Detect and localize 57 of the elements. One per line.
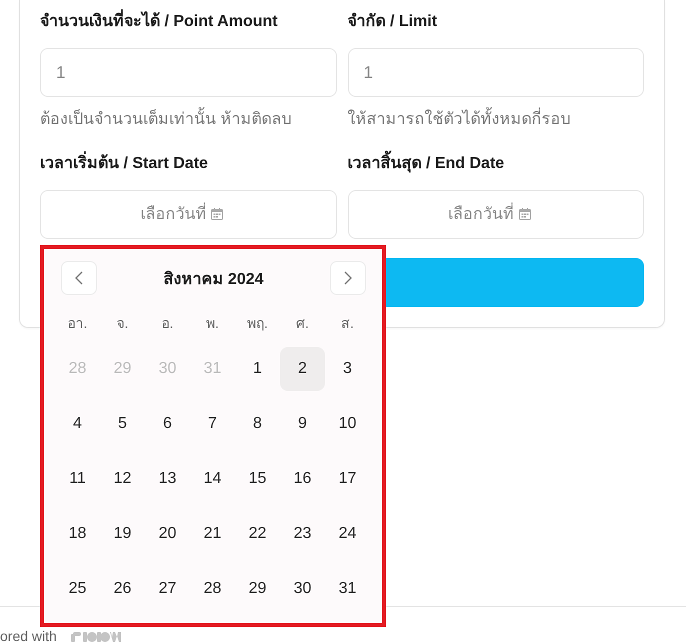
calendar-day[interactable]: 31 (325, 567, 370, 611)
calendar-icon (211, 208, 223, 220)
field-label: เวลาเริ่มต้น / Start Date (40, 152, 208, 176)
calendar-day[interactable]: 20 (145, 512, 190, 556)
weekday-label: พฤ. (247, 314, 268, 333)
calendar-day[interactable]: 10 (325, 402, 370, 446)
previous-month-button[interactable] (61, 261, 97, 295)
calendar-day[interactable]: 30 (280, 567, 325, 611)
calendar-day[interactable]: 4 (55, 402, 100, 446)
calendar-day[interactable]: 13 (145, 457, 190, 501)
calendar-day[interactable]: 11 (55, 457, 100, 501)
footer-text: ored with (0, 629, 57, 643)
logo-icon (70, 632, 121, 642)
calendar-day[interactable]: 17 (325, 457, 370, 501)
calendar-day[interactable]: 27 (145, 567, 190, 611)
field-label: จำกัด / Limit (348, 12, 438, 32)
number-input[interactable]: 1 (348, 48, 644, 97)
calendar-day[interactable]: 21 (190, 512, 235, 556)
calendar-icon (518, 208, 530, 220)
weekday-label: ศ. (296, 314, 309, 333)
calendar-day[interactable]: 8 (235, 402, 280, 446)
calendar-day[interactable]: 16 (280, 457, 325, 501)
field-hint: ต้องเป็นจำนวนเต็มเท่านั้น ห้ามติดลบ (40, 108, 292, 132)
chevron-right-icon (344, 271, 352, 285)
calendar-day[interactable]: 18 (55, 512, 100, 556)
weekday-label: อา. (68, 314, 88, 333)
number-input[interactable]: 1 (40, 48, 336, 97)
calendar-day[interactable]: 25 (55, 567, 100, 611)
weekday-label: ส. (341, 314, 354, 333)
calendar-day[interactable]: 26 (100, 567, 145, 611)
calendar-day[interactable]: 3 (325, 347, 370, 391)
field-hint: ให้สามารถใช้ตัวได้ทั้งหมดกี่รอบ (348, 108, 570, 132)
calendar-day[interactable]: 19 (100, 512, 145, 556)
weekday-label: อ. (162, 314, 174, 333)
calendar-day[interactable]: 7 (190, 402, 235, 446)
field-label: จำนวนเงินที่จะได้ / Point Amount (40, 10, 278, 34)
calendar-day[interactable]: 22 (235, 512, 280, 556)
calendar-day[interactable]: 23 (280, 512, 325, 556)
calendar-day[interactable]: 1 (235, 347, 280, 391)
date-field[interactable]: เลือกวันที่ (40, 190, 336, 239)
next-month-button[interactable] (330, 261, 366, 295)
calendar-day[interactable]: 29 (235, 567, 280, 611)
calendar-day[interactable]: 24 (325, 512, 370, 556)
calendar-day[interactable]: 14 (190, 457, 235, 501)
calendar-day[interactable]: 6 (145, 402, 190, 446)
weekday-label: พ. (206, 314, 219, 333)
calendar-day[interactable]: 12 (100, 457, 145, 501)
month-title: สิงหาคม 2024 (163, 270, 264, 290)
weekday-label: จ. (116, 314, 128, 333)
chevron-left-icon (75, 271, 83, 285)
calendar-day[interactable]: 15 (235, 457, 280, 501)
field-label: เวลาสิ้นสุด / End Date (348, 152, 504, 176)
calendar-day[interactable]: 28 (190, 567, 235, 611)
calendar-day[interactable]: 2 (280, 347, 325, 391)
date-field[interactable]: เลือกวันที่ (348, 190, 644, 239)
calendar-day[interactable]: 9 (280, 402, 325, 446)
calendar-day[interactable]: 5 (100, 402, 145, 446)
